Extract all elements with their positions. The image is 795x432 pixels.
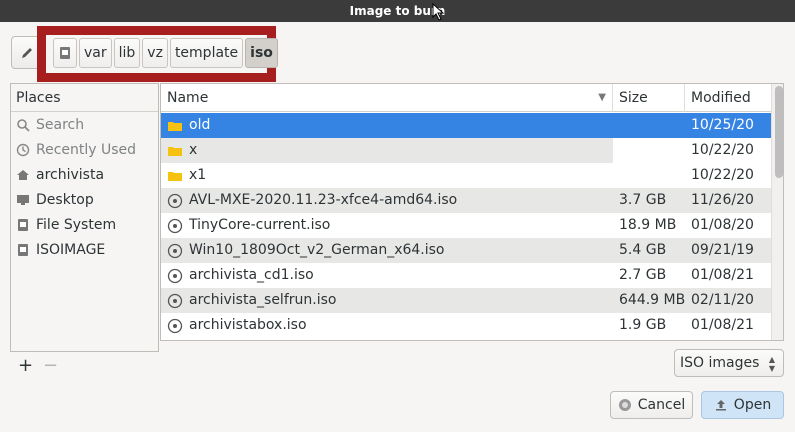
file-size: [613, 113, 685, 138]
disc-image-icon: [167, 193, 183, 208]
file-row-x1[interactable]: x1 10/22/20: [161, 163, 771, 188]
file-name: archivista_selfrun.iso: [189, 292, 337, 308]
file-modified: 01/08/21: [691, 267, 754, 283]
home-icon: [17, 169, 29, 180]
places-sidebar: Places Search Recently Used archivista D…: [10, 83, 159, 352]
place-home[interactable]: archivista: [11, 162, 158, 187]
file-list-header: Name ▼ Size Modified: [161, 84, 771, 112]
file-row-iso[interactable]: archivista_cd1.iso 2.7 GB 01/08/21: [161, 263, 771, 288]
crumb-vz[interactable]: vz: [142, 38, 168, 68]
file-modified: 11/26/20: [691, 192, 754, 208]
add-place-button[interactable]: +: [18, 355, 33, 376]
drive-icon: [60, 47, 70, 59]
up-down-arrows-icon: ▲ ▼: [768, 355, 775, 373]
window-title: Image to burn: [349, 4, 446, 18]
pencil-icon: [21, 47, 32, 58]
file-row-old[interactable]: old 10/25/20: [161, 113, 771, 138]
file-modified: 10/22/20: [691, 167, 754, 183]
file-name: archivista_cd1.iso: [189, 267, 314, 283]
file-size: 2.7 GB: [619, 267, 667, 283]
crumb-var[interactable]: var: [79, 38, 112, 68]
file-size: 5.4 GB: [619, 242, 667, 258]
crumb-root[interactable]: [53, 38, 77, 68]
place-label: Desktop: [36, 191, 94, 208]
file-name: x: [189, 142, 198, 158]
file-name: TinyCore-current.iso: [189, 217, 331, 233]
place-label: File System: [36, 216, 117, 233]
places-header: Places: [11, 84, 158, 112]
disc-image-icon: [167, 218, 183, 233]
place-search[interactable]: Search: [11, 112, 158, 137]
disc-image-icon: [167, 268, 183, 283]
file-list: Name ▼ Size Modified old 10/25/20 x 10/2…: [160, 83, 784, 341]
file-size: 3.7 GB: [619, 192, 667, 208]
file-size: [613, 138, 685, 163]
file-name: x1: [189, 167, 207, 183]
file-name: old: [189, 117, 211, 133]
file-modified: 10/25/20: [691, 117, 754, 133]
filter-selected-value: ISO images: [680, 355, 760, 371]
file-modified: 01/08/21: [691, 317, 754, 333]
file-row-x[interactable]: x 10/22/20: [161, 138, 771, 163]
file-row-iso[interactable]: Win10_1809Oct_v2_German_x64.iso 5.4 GB 0…: [161, 238, 771, 263]
file-name: AVL-MXE-2020.11.23-xfce4-amd64.iso: [189, 192, 458, 208]
place-label: archivista: [36, 166, 105, 183]
upload-icon: [715, 400, 726, 411]
sort-descending-icon: ▼: [598, 92, 606, 103]
cancel-icon: [618, 399, 631, 411]
file-modified: 09/21/19: [691, 242, 754, 258]
place-label: Search: [36, 116, 85, 133]
place-label: Recently Used: [36, 141, 137, 158]
column-size-label: Size: [619, 90, 648, 106]
clock-icon: [16, 143, 30, 156]
file-modified: 10/22/20: [691, 142, 754, 158]
remove-place-button[interactable]: −: [43, 355, 58, 376]
window-titlebar: Image to burn: [0, 0, 795, 22]
search-icon: [17, 118, 30, 132]
pathbar: var lib vz template iso: [53, 38, 280, 68]
place-desktop[interactable]: Desktop: [11, 187, 158, 212]
file-size: [613, 163, 685, 188]
crumb-iso[interactable]: iso: [245, 38, 278, 68]
disc-image-icon: [167, 243, 183, 258]
mouse-cursor-icon: [432, 3, 445, 21]
desktop-icon: [17, 194, 29, 205]
open-label: Open: [733, 397, 772, 413]
drive-icon: [18, 218, 28, 231]
place-file-system[interactable]: File System: [11, 212, 158, 237]
file-size: 1.9 GB: [619, 317, 667, 333]
file-size: 644.9 MB: [619, 292, 685, 308]
file-modified: 01/08/20: [691, 217, 754, 233]
place-isoimage[interactable]: ISOIMAGE: [11, 237, 158, 262]
disc-image-icon: [167, 293, 183, 308]
file-name: archivistabox.iso: [189, 317, 307, 333]
file-name: Win10_1809Oct_v2_German_x64.iso: [189, 242, 445, 258]
crumb-lib[interactable]: lib: [113, 38, 141, 68]
folder-icon: [168, 121, 182, 131]
file-size: 18.9 MB: [619, 217, 677, 233]
column-modified-label: Modified: [691, 90, 751, 106]
cancel-label: Cancel: [637, 397, 686, 413]
folder-icon: [168, 146, 182, 156]
column-header-name[interactable]: Name ▼: [161, 84, 613, 112]
open-button[interactable]: Open: [701, 391, 784, 419]
vertical-scrollbar[interactable]: [771, 84, 783, 340]
place-label: ISOIMAGE: [36, 241, 106, 258]
column-header-modified[interactable]: Modified: [685, 84, 771, 112]
file-row-iso[interactable]: TinyCore-current.iso 18.9 MB 01/08/20: [161, 213, 771, 238]
file-row-iso[interactable]: AVL-MXE-2020.11.23-xfce4-amd64.iso 3.7 G…: [161, 188, 771, 213]
file-row-iso[interactable]: archivista_selfrun.iso 644.9 MB 02/11/20: [161, 288, 771, 313]
disc-image-icon: [167, 318, 183, 333]
place-recently-used[interactable]: Recently Used: [11, 137, 158, 162]
column-header-size[interactable]: Size: [613, 84, 685, 112]
cancel-button[interactable]: Cancel: [610, 391, 693, 419]
drive-icon: [18, 243, 28, 256]
file-modified: 02/11/20: [691, 292, 754, 308]
file-type-filter-select[interactable]: ISO images ▲ ▼: [674, 349, 784, 377]
scrollbar-thumb[interactable]: [775, 86, 783, 178]
folder-icon: [168, 171, 182, 181]
file-row-iso[interactable]: archivistabox.iso 1.9 GB 01/08/21: [161, 313, 771, 338]
crumb-template[interactable]: template: [169, 38, 244, 68]
column-name-label: Name: [167, 90, 209, 106]
